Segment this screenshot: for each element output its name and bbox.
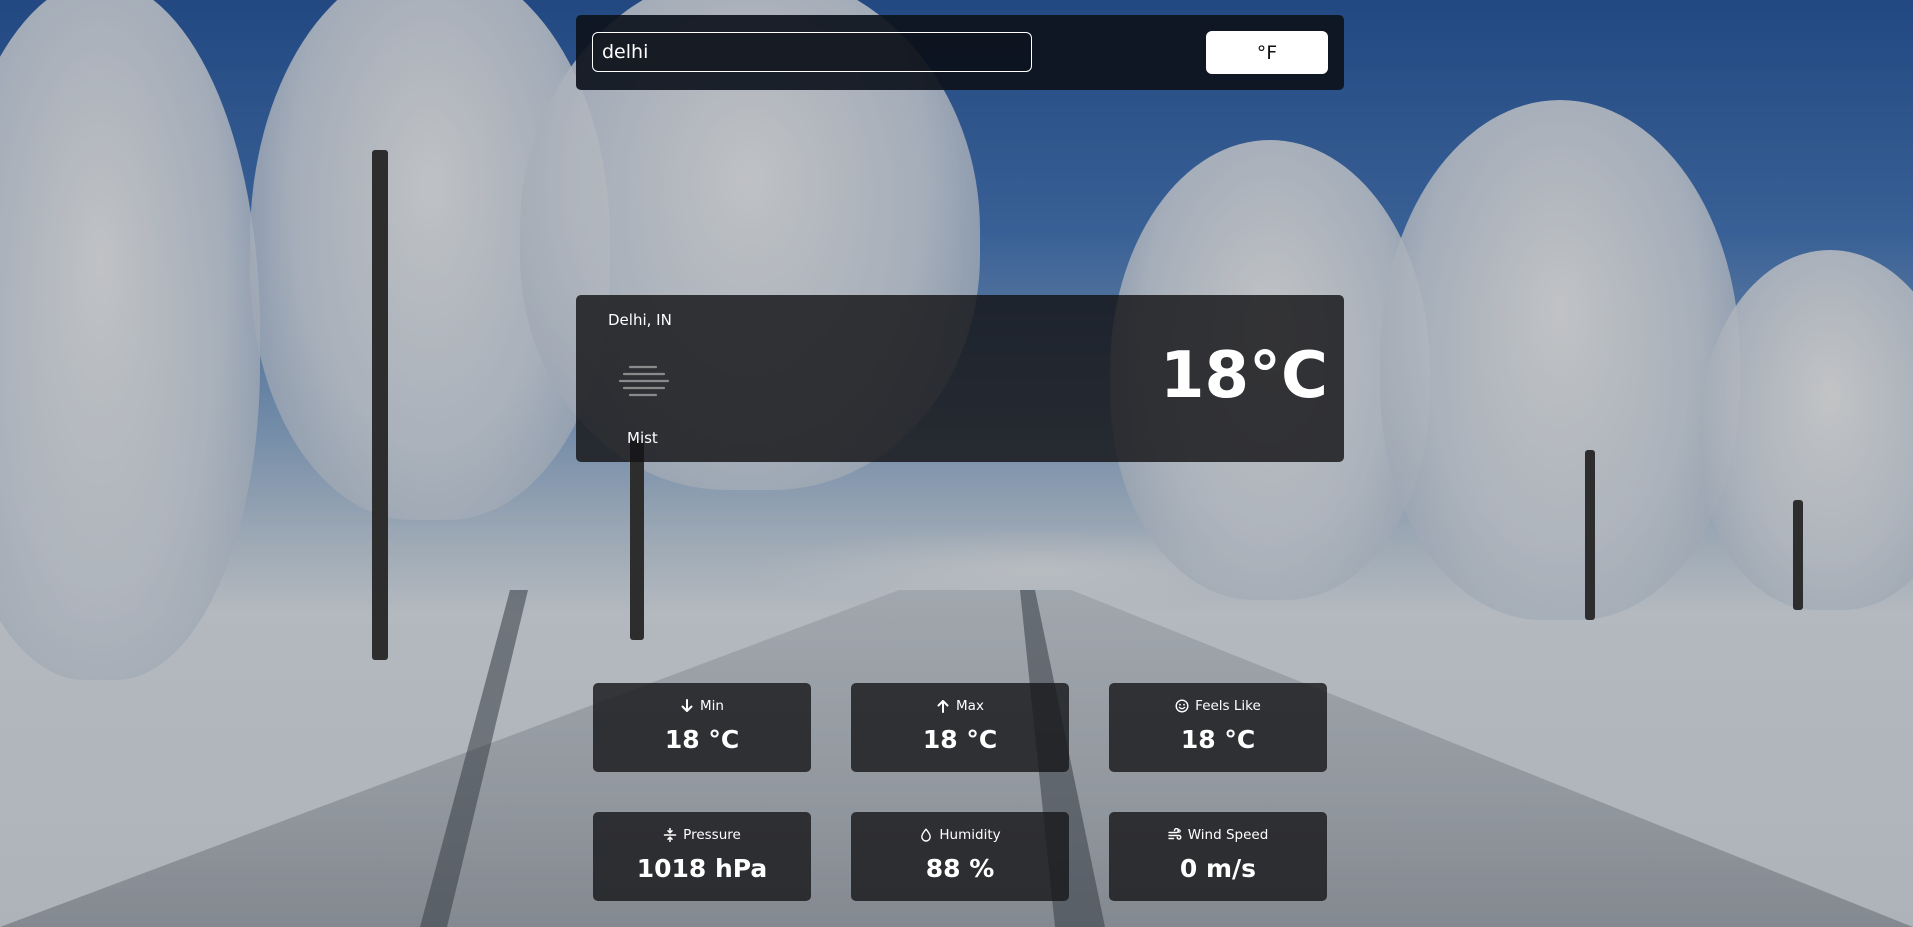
stat-label: Pressure	[683, 827, 741, 843]
stat-label: Feels Like	[1195, 698, 1261, 714]
mist-icon	[618, 365, 670, 397]
unit-toggle-button[interactable]: °F	[1206, 31, 1328, 74]
stat-label: Humidity	[939, 827, 1001, 843]
location-label: Delhi, IN	[608, 311, 672, 329]
stat-label: Min	[700, 698, 724, 714]
condition-label: Mist	[627, 429, 658, 447]
arrow-up-icon	[937, 700, 949, 713]
wind-icon	[1168, 828, 1182, 840]
stat-value: 18 °C	[664, 725, 740, 754]
background-image	[0, 0, 1913, 927]
stat-label: Wind Speed	[1187, 827, 1269, 843]
droplet-icon	[921, 828, 932, 842]
stat-value: 1018 hPa	[636, 854, 768, 883]
search-bar: °F	[576, 15, 1344, 90]
city-search-input[interactable]	[592, 32, 1032, 72]
stat-value: 88 %	[925, 854, 995, 883]
current-weather-card: Delhi, IN Mist 18°C	[576, 295, 1344, 462]
stat-value: 18 °C	[1180, 725, 1256, 754]
current-temperature: 18°C	[1159, 339, 1328, 413]
max-temp-card: Max 18 °C	[851, 683, 1069, 772]
pressure-card: Pressure 1018 hPa	[593, 812, 811, 901]
feels-like-card: Feels Like 18 °C	[1109, 683, 1327, 772]
stat-label: Max	[956, 698, 984, 714]
min-temp-card: Min 18 °C	[593, 683, 811, 772]
wind-speed-card: Wind Speed 0 m/s	[1109, 812, 1327, 901]
humidity-card: Humidity 88 %	[851, 812, 1069, 901]
stat-value: 0 m/s	[1179, 854, 1257, 883]
compress-icon	[663, 828, 677, 842]
smiley-icon	[1175, 699, 1189, 713]
stat-value: 18 °C	[922, 725, 998, 754]
arrow-down-icon	[681, 699, 693, 712]
